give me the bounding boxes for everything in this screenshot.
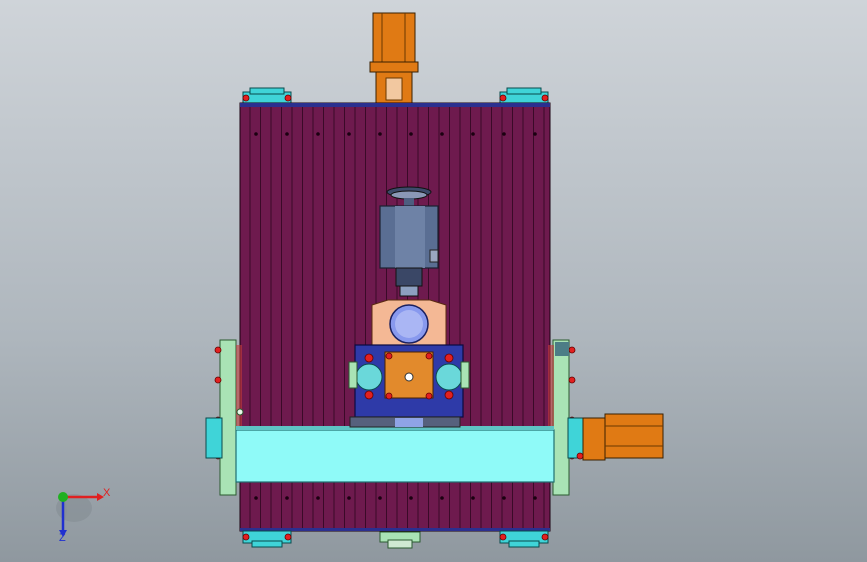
rivet xyxy=(316,496,320,500)
spindle-saddle[interactable] xyxy=(371,299,447,346)
rivet xyxy=(316,132,320,136)
bottom-center-coupling[interactable] xyxy=(379,531,421,549)
z-axis-label: Z xyxy=(59,532,66,544)
rivet xyxy=(409,132,413,136)
rivet xyxy=(471,496,475,500)
rivet xyxy=(440,132,444,136)
right-servo-motor[interactable] xyxy=(576,413,664,461)
rivet xyxy=(502,132,506,136)
rivet xyxy=(285,132,289,136)
rivet xyxy=(502,496,506,500)
top-left-coupling[interactable] xyxy=(242,87,292,106)
cad-model-view[interactable]: X Z xyxy=(0,0,867,562)
bottom-right-coupling[interactable] xyxy=(499,530,549,548)
top-right-coupling[interactable] xyxy=(499,87,549,106)
rivet xyxy=(378,132,382,136)
bottom-left-coupling[interactable] xyxy=(242,530,292,548)
rivet xyxy=(471,132,475,136)
x-axis-label: X xyxy=(103,487,111,499)
carriage-block[interactable] xyxy=(348,344,470,428)
rivet xyxy=(378,496,382,500)
cad-viewport[interactable]: X Z xyxy=(0,0,867,562)
rivet xyxy=(533,132,537,136)
rivet xyxy=(347,132,351,136)
rivet xyxy=(409,496,413,500)
top-servo-motor[interactable] xyxy=(369,12,419,105)
coordinate-triad: X Z xyxy=(56,487,111,544)
rivet xyxy=(533,496,537,500)
rivet xyxy=(347,496,351,500)
rivet xyxy=(440,496,444,500)
rivet xyxy=(254,496,258,500)
rivet xyxy=(285,496,289,500)
horizontal-crossbeam[interactable] xyxy=(235,426,555,483)
rivet xyxy=(254,132,258,136)
